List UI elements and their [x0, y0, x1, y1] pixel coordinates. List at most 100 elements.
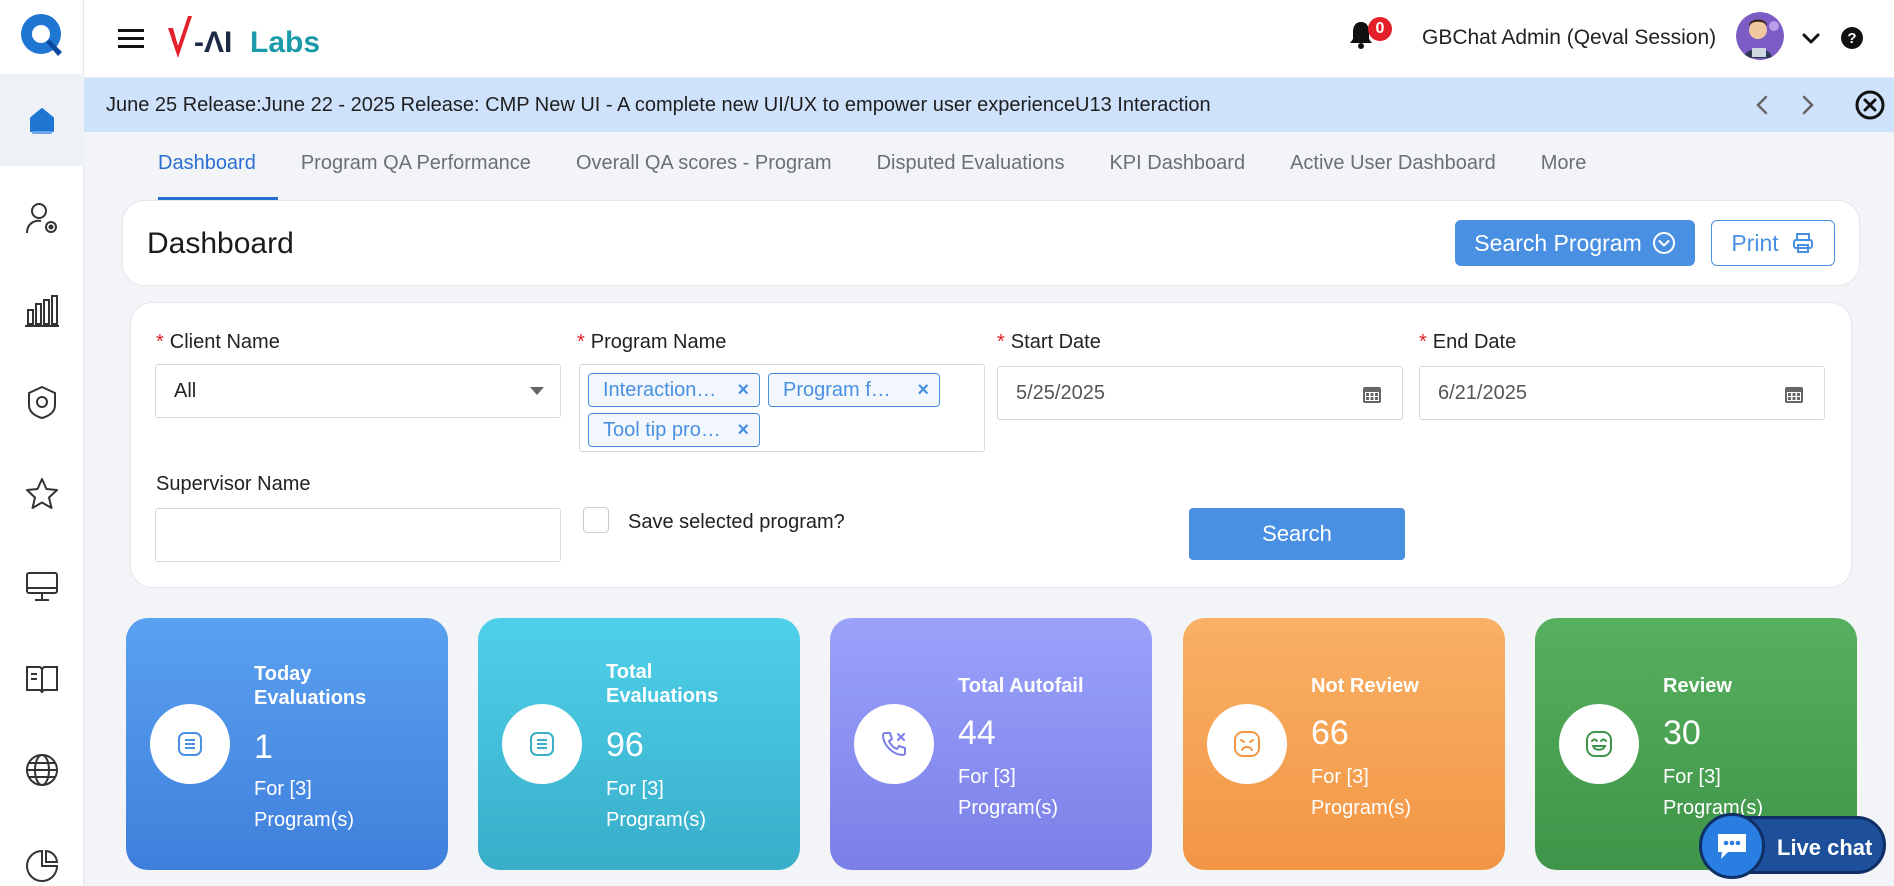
list-icon [178, 732, 202, 756]
sidebar-item-analytics[interactable] [0, 820, 84, 886]
bar-chart-icon [25, 295, 59, 327]
release-banner: June 25 Release:June 22 - 2025 Release: … [84, 78, 1894, 132]
sidebar-item-favorites[interactable] [0, 448, 84, 540]
stat-title: Total Autofail [958, 675, 1084, 697]
qeval-logo-icon[interactable] [18, 12, 66, 60]
sidebar-item-monitor[interactable] [0, 540, 84, 632]
tab-overall-qa-scores[interactable]: Overall QA scores - Program [576, 132, 854, 200]
dropdown-caret-icon [530, 387, 544, 395]
stat-icon-circle [854, 704, 934, 784]
program-name-multiselect[interactable]: Interaction… × Program f… × Tool tip pro… [579, 364, 985, 452]
tab-active-user-dashboard[interactable]: Active User Dashboard [1290, 132, 1518, 200]
title-card: Dashboard Search Program Print [122, 200, 1860, 286]
search-program-button[interactable]: Search Program [1455, 220, 1695, 266]
end-date-label: * End Date [1419, 331, 1517, 353]
stat-subtitle: For [3] Program(s) [254, 778, 355, 831]
end-date-value: 6/21/2025 [1438, 381, 1527, 404]
stat-icon-circle [502, 704, 582, 784]
banner-close-icon[interactable] [1854, 89, 1886, 121]
svg-text:-ΛI: -ΛI [194, 26, 232, 59]
user-name[interactable]: GBChat Admin (Qeval Session) [1422, 26, 1716, 50]
program-tag: Interaction… × [588, 373, 760, 407]
chevron-circle-down-icon [1652, 232, 1675, 254]
start-date-input[interactable]: 5/25/2025 [997, 366, 1403, 420]
filter-card: * Client Name All * Program Name Interacti… [130, 302, 1852, 588]
start-date-label: * Start Date [997, 331, 1101, 353]
stat-card-not-review[interactable]: Not Review 66 For [3] Program(s) [1183, 618, 1505, 870]
hamburger-menu-icon[interactable] [116, 24, 146, 54]
remove-tag-icon[interactable]: × [737, 419, 749, 442]
monitor-icon [26, 572, 58, 601]
banner-next-icon[interactable] [1794, 92, 1820, 118]
happy-face-icon [1586, 731, 1612, 757]
stat-title: Review [1663, 675, 1732, 697]
live-chat-label: Live chat [1777, 835, 1873, 860]
stat-value: 44 [958, 714, 996, 752]
remove-tag-icon[interactable]: × [737, 379, 749, 402]
stat-card-total-autofail[interactable]: Total Autofail 44 For [3] Program(s) [830, 618, 1152, 870]
printer-icon [1792, 233, 1813, 253]
sidebar-item-user-settings[interactable] [0, 172, 84, 264]
user-gear-icon [26, 203, 57, 234]
stat-icon-circle [1559, 704, 1639, 784]
tab-more[interactable]: More [1541, 132, 1609, 200]
sidebar-item-home[interactable] [0, 74, 84, 166]
stat-value: 96 [606, 726, 644, 764]
dashboard-tabs: Dashboard Program QA Performance Overall… [158, 132, 1631, 200]
sad-face-icon [1234, 731, 1260, 757]
tab-dashboard[interactable]: Dashboard [158, 132, 278, 200]
save-program-checkbox[interactable] [583, 507, 609, 533]
stat-subtitle: For [3] Program(s) [606, 778, 707, 831]
stat-card-today-evaluations[interactable]: Today Evaluations 1 For [3] Program(s) [126, 618, 448, 870]
sidebar-item-reports[interactable] [0, 264, 84, 356]
client-name-value: All [174, 379, 197, 402]
end-date-input[interactable]: 6/21/2025 [1419, 366, 1825, 420]
globe-icon [26, 754, 58, 786]
top-header: -ΛI Labs 0 GBChat Admin (Qeval Session) … [84, 0, 1894, 78]
stat-value: 66 [1311, 714, 1349, 752]
stat-title: Total Evaluations [606, 661, 719, 707]
stat-icon-circle [1207, 704, 1287, 784]
save-program-label: Save selected program? [628, 511, 845, 533]
live-chat-button[interactable]: Live chat [1699, 813, 1886, 879]
start-date-value: 5/25/2025 [1016, 381, 1105, 404]
list-icon [530, 732, 554, 756]
sidebar-item-global[interactable] [0, 724, 84, 816]
remove-tag-icon[interactable]: × [917, 379, 929, 402]
supervisor-name-input[interactable] [155, 508, 561, 562]
sidebar-item-settings[interactable] [0, 356, 84, 448]
chevron-down-icon[interactable] [1800, 28, 1822, 50]
client-name-select[interactable]: All [155, 364, 561, 418]
svg-text:Labs: Labs [250, 26, 320, 59]
svg-text:?: ? [1847, 30, 1856, 47]
brand-logo[interactable]: -ΛI Labs [166, 12, 326, 62]
calendar-icon[interactable] [1362, 384, 1382, 404]
stat-value: 30 [1663, 714, 1701, 752]
calendar-icon[interactable] [1784, 384, 1804, 404]
stat-title: Not Review [1311, 675, 1419, 697]
help-icon[interactable]: ? [1840, 26, 1864, 50]
stat-subtitle: For [3] Program(s) [958, 766, 1059, 819]
home-icon [30, 108, 54, 134]
print-button[interactable]: Print [1711, 220, 1835, 266]
program-name-label: * Program Name [577, 331, 727, 353]
banner-prev-icon[interactable] [1750, 92, 1776, 118]
stat-card-total-evaluations[interactable]: Total Evaluations 96 For [3] Program(s) [478, 618, 800, 870]
search-button[interactable]: Search [1189, 508, 1405, 560]
banner-text: June 25 Release:June 22 - 2025 Release: … [106, 94, 1211, 116]
user-avatar[interactable] [1736, 12, 1784, 60]
shield-gear-icon [28, 385, 56, 420]
sidebar-item-knowledge[interactable] [0, 632, 84, 724]
tab-kpi-dashboard[interactable]: KPI Dashboard [1109, 132, 1267, 200]
client-name-label: * Client Name [156, 331, 280, 353]
stat-subtitle: For [3] Program(s) [1311, 766, 1412, 819]
program-tag: Tool tip pro… × [588, 413, 760, 447]
tab-disputed-evaluations[interactable]: Disputed Evaluations [877, 132, 1087, 200]
phone-missed-icon [881, 732, 906, 757]
notification-count-badge: 0 [1368, 17, 1392, 41]
pie-chart-icon [26, 849, 59, 882]
print-label: Print [1731, 229, 1779, 256]
star-icon [26, 478, 58, 509]
tab-program-qa-performance[interactable]: Program QA Performance [301, 132, 553, 200]
chat-bubble-icon [1699, 813, 1765, 879]
